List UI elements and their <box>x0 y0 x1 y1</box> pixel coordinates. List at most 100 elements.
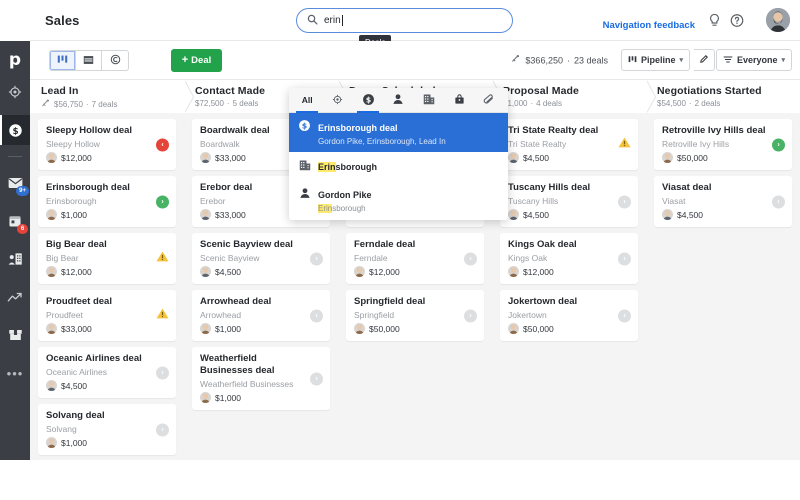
pipeline-selector[interactable]: Pipeline ▾ <box>620 49 690 71</box>
sidebar-item-products[interactable] <box>0 320 30 350</box>
deal-card[interactable]: Retroville Ivy Hills deal Retroville Ivy… <box>654 119 792 171</box>
deal-value: $50,000 <box>523 323 554 334</box>
sidebar-item-contacts[interactable] <box>0 244 30 274</box>
lightbulb-icon[interactable] <box>706 12 723 29</box>
search-tab-all[interactable]: All <box>292 88 322 113</box>
deal-value: $4,500 <box>677 209 703 220</box>
deal-value: $1,000 <box>215 392 241 403</box>
deal-status-active-badge[interactable]: › <box>772 138 785 152</box>
deal-card[interactable]: Big Bear deal Big Bear $12,000 <box>38 233 176 285</box>
deal-card[interactable]: Jokertown deal Jokertown $50,000 › <box>500 290 638 342</box>
text-caret <box>341 15 343 26</box>
deal-badge: › <box>156 423 169 437</box>
stage-header[interactable]: Proposal Made $1,000 · 4 deals <box>492 80 656 113</box>
deal-status-active-badge[interactable]: › <box>156 195 169 209</box>
stage-header[interactable]: Lead In $56,750 · 7 deals <box>30 80 194 113</box>
deal-next-activity-badge[interactable]: › <box>464 252 477 266</box>
deal-next-activity-badge[interactable]: › <box>772 195 785 209</box>
deal-status-overdue-badge[interactable]: ‹ <box>156 138 169 152</box>
deal-title: Springfield deal <box>354 296 426 308</box>
deal-status-warning-icon[interactable] <box>156 250 169 268</box>
search-tab-target[interactable] <box>322 88 352 112</box>
forecast-view-button[interactable] <box>102 51 128 70</box>
deal-organization: Big Bear <box>46 253 79 263</box>
search-results-dropdown: All $ $ Erinsborough deal Gordon Pike, E… <box>289 88 508 220</box>
deal-next-activity-badge[interactable]: › <box>618 309 631 323</box>
deal-card[interactable]: Springfield deal Springfield $50,000 › <box>346 290 484 342</box>
sidebar-item-mail[interactable]: 9+ <box>0 168 30 198</box>
search-tab-organization[interactable] <box>414 88 444 112</box>
deal-organization: Erinsborough <box>46 195 97 206</box>
question-mark-icon[interactable] <box>728 12 745 29</box>
deal-next-activity-badge[interactable]: › <box>618 252 631 266</box>
sidebar-item-leads[interactable] <box>0 77 30 107</box>
deal-organization: Viasat <box>662 195 686 206</box>
add-deal-button[interactable]: + Deal <box>171 49 222 72</box>
deal-card[interactable]: Ferndale deal Ferndale $12,000 › <box>346 233 484 285</box>
deal-card[interactable]: Scenic Bayview deal Scenic Bayview $4,50… <box>192 233 330 285</box>
stage-header[interactable]: Negotiations Started $54,500 · 2 deals <box>646 80 800 113</box>
sidebar-item-activities[interactable]: 6 <box>0 206 30 236</box>
search-result-item[interactable]: $ Erinsborough deal Gordon Pike, Erinsbo… <box>289 113 508 153</box>
search-result-item[interactable]: Erinsborough <box>289 152 508 180</box>
deal-next-activity-badge[interactable]: › <box>310 372 323 386</box>
deal-owner-avatar <box>662 209 673 221</box>
trend-chart-icon <box>7 291 23 304</box>
deal-owner-avatar <box>200 323 211 335</box>
avatar[interactable] <box>766 8 790 32</box>
search-result-title: Erinsborough <box>318 162 378 173</box>
deal-status-warning-icon[interactable] <box>618 136 631 154</box>
deal-next-activity-badge[interactable]: › <box>310 309 323 323</box>
search-input[interactable]: erin <box>296 8 513 33</box>
search-tab-person[interactable] <box>383 88 413 112</box>
deal-card[interactable]: Solvang deal Solvang $1,000 › <box>38 404 176 456</box>
pipeline-view-button[interactable] <box>50 51 76 70</box>
organization-icon <box>423 93 435 107</box>
edit-pipeline-button[interactable] <box>694 49 715 71</box>
search-tab-deal-dollar[interactable]: $ <box>353 88 383 113</box>
sidebar-item-insights[interactable] <box>0 282 30 312</box>
deal-status-warning-icon[interactable] <box>156 307 169 325</box>
mail-badge: 9+ <box>16 186 29 196</box>
pipedrive-logo-icon[interactable]: p <box>9 52 21 69</box>
deal-next-activity-badge[interactable]: › <box>156 366 169 380</box>
pipeline-columns-icon <box>628 55 637 66</box>
deal-card[interactable]: Proudfeet deal Proudfeet $33,000 <box>38 290 176 342</box>
deal-badge: › <box>156 195 169 209</box>
deal-card[interactable]: Tuscany Hills deal Tuscany Hills $4,500 … <box>500 176 638 228</box>
deal-next-activity-badge[interactable]: › <box>464 309 477 323</box>
rotting-icon <box>511 55 521 66</box>
sidebar-item-deals[interactable]: $ <box>0 115 30 145</box>
deal-owner-avatar <box>508 152 519 164</box>
stage-column: Retroville Ivy Hills deal Retroville Ivy… <box>646 113 800 460</box>
deal-card[interactable]: Arrowhead deal Arrowhead $1,000 › <box>192 290 330 342</box>
deal-dollar-icon: $ <box>8 123 23 138</box>
list-view-button[interactable] <box>76 51 102 70</box>
deal-card[interactable]: Erinsborough deal Erinsborough $1,000 › <box>38 176 176 228</box>
navigation-feedback-link[interactable]: Navigation feedback <box>603 20 695 31</box>
deal-title: Ferndale deal <box>354 239 416 251</box>
search-tab-product-briefcase[interactable] <box>444 88 474 112</box>
deal-title: Scenic Bayview deal <box>200 239 293 251</box>
deal-card[interactable]: Kings Oak deal Kings Oak $12,000 › <box>500 233 638 285</box>
deal-organization: Solvang <box>46 424 77 435</box>
deal-next-activity-badge[interactable]: › <box>618 195 631 209</box>
sidebar-item-more[interactable]: ••• <box>0 358 30 388</box>
search-tab-paperclip[interactable] <box>475 88 505 112</box>
stage-name: Lead In <box>41 85 79 97</box>
stage-total: $56,750 <box>54 100 83 109</box>
deal-next-activity-badge[interactable]: › <box>310 252 323 266</box>
search-input-value: erin <box>324 15 341 26</box>
deal-card[interactable]: Weatherfield Businesses deal Weatherfiel… <box>192 347 330 411</box>
deal-card[interactable]: Tri State Realty deal Tri State Realty $… <box>500 119 638 171</box>
deal-title: Tri State Realty deal <box>508 125 599 136</box>
deal-card[interactable]: Oceanic Airlines deal Oceanic Airlines $… <box>38 347 176 399</box>
search-result-item[interactable]: Gordon Pike Erinsborough <box>289 180 508 219</box>
user-filter-selector[interactable]: Everyone ▾ <box>715 49 792 71</box>
deal-next-activity-badge[interactable]: › <box>156 423 169 437</box>
deal-card[interactable]: Sleepy Hollow deal Sleepy Hollow $12,000… <box>38 119 176 171</box>
deal-badge: › <box>618 195 631 209</box>
forecast-icon <box>110 52 121 70</box>
organization-icon <box>298 158 311 171</box>
deal-card[interactable]: Viasat deal Viasat $4,500 › <box>654 176 792 228</box>
